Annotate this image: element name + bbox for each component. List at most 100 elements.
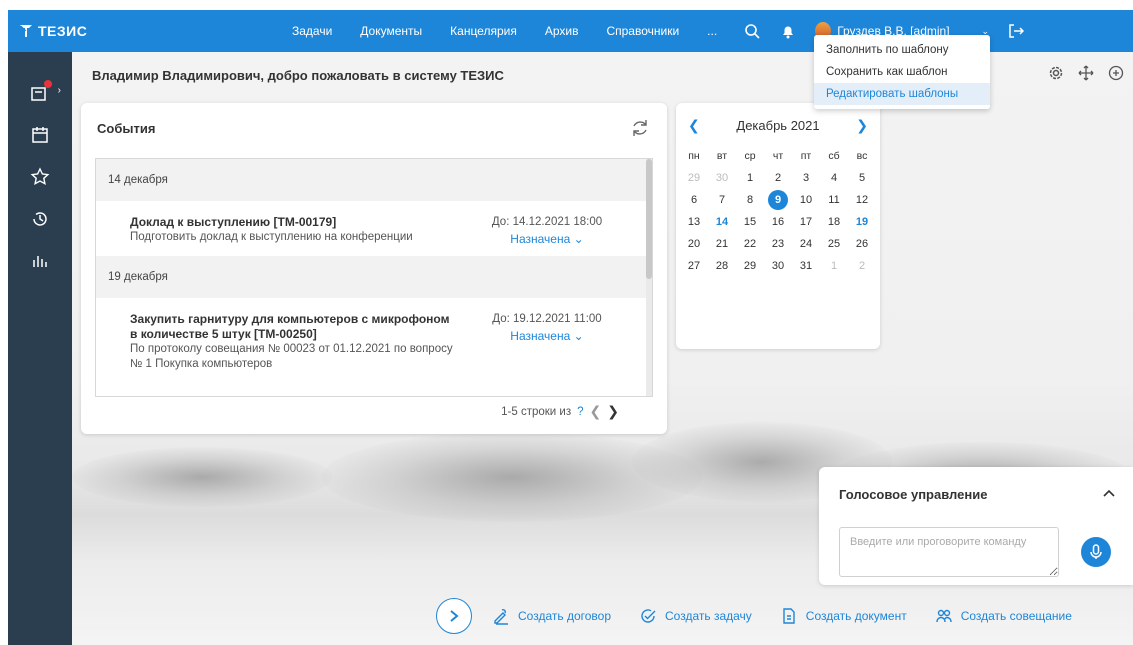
- meeting-icon: [936, 609, 952, 623]
- calendar-day-number: 2: [858, 260, 866, 272]
- template-menu-item[interactable]: Заполнить по шаблону: [814, 39, 990, 61]
- event-title[interactable]: Доклад к выступлению [ТМ-00179]: [130, 215, 460, 230]
- add-widget-icon[interactable]: [1107, 64, 1125, 82]
- menu-item-tasks[interactable]: Задачи: [278, 24, 346, 38]
- collapse-icon[interactable]: [1099, 483, 1119, 503]
- calendar-day[interactable]: 1: [820, 255, 848, 277]
- pager-total[interactable]: ?: [577, 406, 583, 418]
- bell-icon[interactable]: [779, 22, 797, 40]
- calendar-day-number: 25: [827, 238, 841, 250]
- expand-quick-actions-button[interactable]: [436, 598, 472, 634]
- calendar-day[interactable]: 8: [736, 189, 764, 211]
- menu-item-more[interactable]: ...: [693, 24, 731, 38]
- calendar-day[interactable]: 31: [792, 255, 820, 277]
- bar-chart-icon: [33, 256, 47, 267]
- calendar-day-number: 19: [855, 216, 869, 228]
- calendar-day[interactable]: 12: [848, 189, 876, 211]
- calendar-day[interactable]: 22: [736, 233, 764, 255]
- create-contract-button[interactable]: Создать договор: [492, 607, 611, 625]
- create-meeting-button[interactable]: Создать совещание: [935, 607, 1072, 625]
- event-title[interactable]: Закупить гарнитуру для компьютеров с мик…: [130, 312, 460, 342]
- calendar-day[interactable]: 15: [736, 211, 764, 233]
- tezis-logo-icon: [20, 25, 32, 37]
- calendar-day[interactable]: 1: [736, 167, 764, 189]
- calendar-day[interactable]: 30: [764, 255, 792, 277]
- pager-prev-icon[interactable]: ❮: [590, 403, 602, 420]
- calendar-day-number: 3: [802, 172, 810, 184]
- calendar-day-number: 15: [743, 216, 757, 228]
- sidebar-item-inbox[interactable]: ›: [29, 80, 61, 104]
- event-status-dropdown[interactable]: Назначена ⌄: [482, 230, 612, 248]
- calendar-day[interactable]: 20: [680, 233, 708, 255]
- menu-item-references[interactable]: Справочники: [592, 24, 693, 38]
- search-icon[interactable]: [743, 22, 761, 40]
- calendar-day-number: 1: [830, 260, 838, 272]
- calendar-day[interactable]: 18: [820, 211, 848, 233]
- calendar-day[interactable]: 2: [764, 167, 792, 189]
- calendar-day[interactable]: 9: [764, 189, 792, 211]
- chevron-down-icon: ⌄: [573, 329, 584, 343]
- calendar-day[interactable]: 23: [764, 233, 792, 255]
- calendar-day[interactable]: 6: [680, 189, 708, 211]
- event-description: По протоколу совещания № 00023 от 01.12.…: [130, 343, 453, 370]
- move-icon[interactable]: [1077, 64, 1095, 82]
- create-task-button[interactable]: Создать задачу: [639, 607, 752, 625]
- events-scrollbar[interactable]: [646, 159, 652, 396]
- calendar-day[interactable]: 4: [820, 167, 848, 189]
- menu-item-archive[interactable]: Архив: [531, 24, 593, 38]
- event-status-dropdown[interactable]: Назначена ⌄: [482, 327, 612, 345]
- calendar-day-number: 17: [799, 216, 813, 228]
- calendar-day[interactable]: 7: [708, 189, 736, 211]
- calendar-day[interactable]: 11: [820, 189, 848, 211]
- star-icon: [30, 167, 50, 186]
- pager-next-icon[interactable]: ❯: [607, 403, 619, 420]
- microphone-button[interactable]: [1081, 537, 1111, 567]
- calendar-day[interactable]: 17: [792, 211, 820, 233]
- template-menu-item[interactable]: Сохранить как шаблон: [814, 61, 990, 83]
- refresh-icon[interactable]: [629, 117, 651, 139]
- calendar-day[interactable]: 10: [792, 189, 820, 211]
- calendar-day[interactable]: 26: [848, 233, 876, 255]
- calendar-day-number: 13: [687, 216, 701, 228]
- calendar-day[interactable]: 5: [848, 167, 876, 189]
- calendar-day[interactable]: 25: [820, 233, 848, 255]
- calendar-day-number: 1: [746, 172, 754, 184]
- sidebar-item-reports[interactable]: [29, 250, 51, 272]
- calendar-day[interactable]: 28: [708, 255, 736, 277]
- calendar-day[interactable]: 27: [680, 255, 708, 277]
- scroll-thumb[interactable]: [646, 159, 652, 279]
- event-status: Назначена: [510, 232, 571, 246]
- menu-item-office[interactable]: Канцелярия: [436, 24, 531, 38]
- calendar-prev-icon[interactable]: ❮: [688, 117, 700, 134]
- event-status: Назначена: [510, 329, 571, 343]
- calendar-day[interactable]: 13: [680, 211, 708, 233]
- template-menu-item[interactable]: Редактировать шаблоны: [814, 83, 990, 105]
- calendar-day[interactable]: 2: [848, 255, 876, 277]
- settings-gear-icon[interactable]: [1047, 64, 1065, 82]
- calendar-day-number: 29: [687, 172, 701, 184]
- event-item[interactable]: Доклад к выступлению [ТМ-00179] Подготов…: [96, 201, 652, 256]
- calendar-month: Декабрь 2021: [736, 118, 820, 133]
- calendar-next-icon[interactable]: ❯: [856, 117, 868, 134]
- sidebar-item-favorites[interactable]: [29, 166, 51, 188]
- calendar-day-number: 21: [715, 238, 729, 250]
- calendar-day[interactable]: 24: [792, 233, 820, 255]
- calendar-day[interactable]: 30: [708, 167, 736, 189]
- calendar-day[interactable]: 29: [736, 255, 764, 277]
- logout-icon[interactable]: [1007, 22, 1025, 40]
- sidebar-item-calendar[interactable]: [29, 124, 51, 146]
- create-document-button[interactable]: Создать документ: [780, 607, 907, 625]
- calendar-day[interactable]: 3: [792, 167, 820, 189]
- calendar-day[interactable]: 16: [764, 211, 792, 233]
- calendar-day[interactable]: 19: [848, 211, 876, 233]
- calendar-day[interactable]: 29: [680, 167, 708, 189]
- calendar-day[interactable]: 21: [708, 233, 736, 255]
- task-check-icon: [641, 609, 656, 623]
- voice-command-input[interactable]: [839, 527, 1059, 577]
- sidebar-item-history[interactable]: [29, 208, 51, 230]
- event-item[interactable]: Закупить гарнитуру для компьютеров с мик…: [96, 298, 652, 380]
- menu-item-documents[interactable]: Документы: [346, 24, 436, 38]
- calendar-day-number: 31: [799, 260, 813, 272]
- calendar-day[interactable]: 14: [708, 211, 736, 233]
- app-logo[interactable]: ТЕЗИС: [8, 23, 278, 39]
